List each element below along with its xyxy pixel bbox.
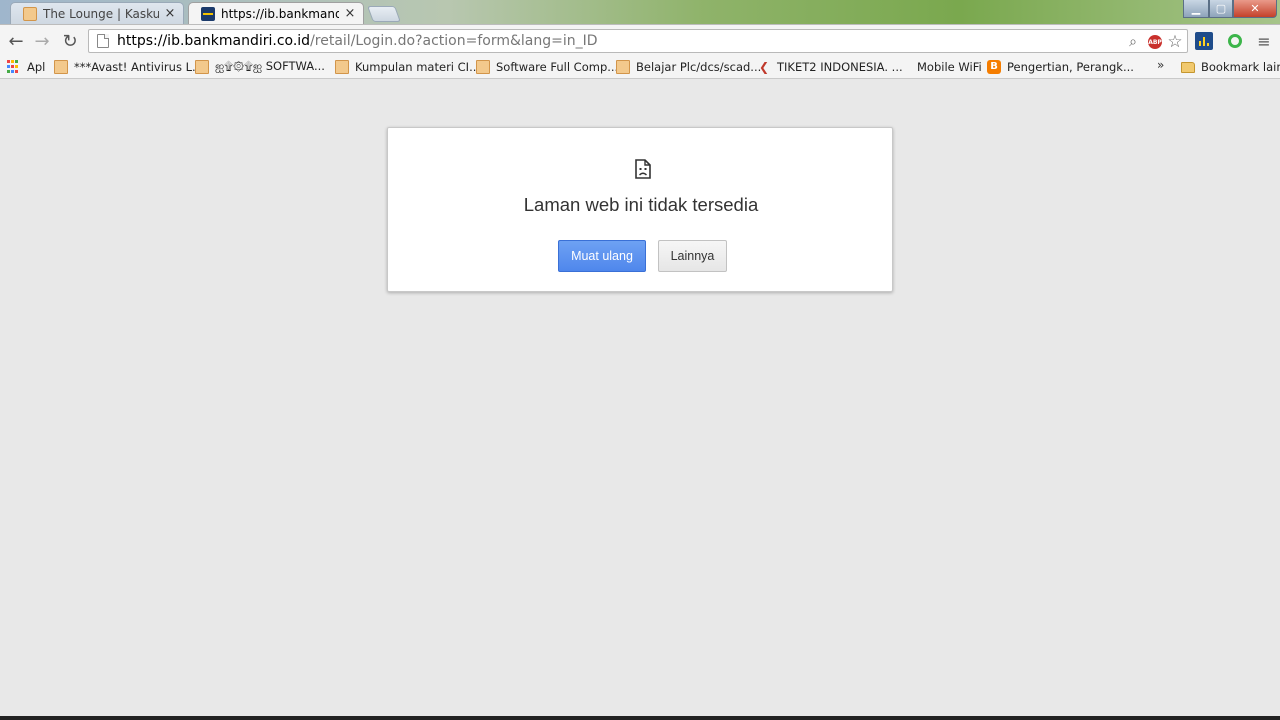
bookmark-software-full[interactable]: Software Full Comp... xyxy=(476,58,618,76)
bookmarks-bar: Apl ***Avast! Antivirus L... ஐ۩۞۩ஐ SOFTW… xyxy=(0,56,1280,79)
bookmark-avast[interactable]: ***Avast! Antivirus L... xyxy=(54,58,203,76)
url-path: /retail/Login.do?action=form&lang=in_ID xyxy=(310,33,598,49)
browser-toolbar: ← → ↻ https://ib.bankmandiri.co.id/retai… xyxy=(0,24,1280,56)
folder-icon xyxy=(1181,61,1195,73)
bookmark-star-icon[interactable]: ☆ xyxy=(1166,32,1184,52)
adblock-label: ABP xyxy=(1148,35,1162,49)
bookmark-mobile-wifi[interactable]: Mobile WiFi xyxy=(917,58,982,76)
bookmark-belajar-plc[interactable]: Belajar Plc/dcs/scad... xyxy=(616,58,761,76)
back-button[interactable]: ← xyxy=(4,29,28,53)
bookmark-other-folder[interactable]: Bookmark lain xyxy=(1181,58,1280,76)
mandiri-favicon-icon xyxy=(201,6,215,21)
tab-close-icon[interactable]: × xyxy=(163,6,177,21)
page-favicon-icon xyxy=(476,60,490,74)
page-content: Laman web ini tidak tersedia Muat ulang … xyxy=(0,80,1280,716)
sad-page-icon xyxy=(635,159,651,179)
bookmark-label: Bookmark lain xyxy=(1201,60,1280,74)
error-title: Laman web ini tidak tersedia xyxy=(523,194,759,215)
bookmark-label: Kumpulan materi CI... xyxy=(355,60,481,74)
bookmark-pengertian[interactable]: B Pengertian, Perangk... xyxy=(987,58,1134,76)
tab-title: The Lounge | Kaskus - The xyxy=(43,6,159,21)
new-tab-button[interactable] xyxy=(367,6,401,22)
reload-button[interactable]: ↻ xyxy=(58,29,82,53)
more-details-button[interactable]: Lainnya xyxy=(658,240,727,272)
taskbar-edge xyxy=(0,716,1280,720)
page-favicon-icon xyxy=(335,60,349,74)
page-favicon-icon xyxy=(54,60,68,74)
more-bookmarks-button[interactable]: » xyxy=(1157,58,1164,72)
green-ring-extension-icon[interactable] xyxy=(1226,32,1244,50)
address-bar[interactable]: https://ib.bankmandiri.co.id/retail/Logi… xyxy=(88,29,1188,53)
bookmark-apps[interactable]: Apl xyxy=(7,58,45,76)
kaskus-favicon-icon xyxy=(23,6,37,21)
bookmark-label: Pengertian, Perangk... xyxy=(1007,60,1134,74)
page-favicon-icon xyxy=(195,60,209,74)
maximize-button[interactable]: ▢ xyxy=(1209,0,1233,18)
tab-title: https://ib.bankmandiri.co xyxy=(221,6,339,21)
bookmark-label: ***Avast! Antivirus L... xyxy=(74,60,203,74)
bookmark-software[interactable]: ஐ۩۞۩ஐ SOFTWA... xyxy=(195,58,325,76)
url-host: https://ib.bankmandiri.co.id xyxy=(117,33,311,49)
bookmark-kumpulan[interactable]: Kumpulan materi CI... xyxy=(335,58,480,76)
tab-kaskus[interactable]: The Lounge | Kaskus - The × xyxy=(10,2,184,24)
adblock-icon[interactable]: ABP xyxy=(1146,33,1164,51)
forward-button[interactable]: → xyxy=(30,29,54,53)
bookmark-label: ஐ۩۞۩ஐ SOFTWA... xyxy=(215,59,325,73)
bookmark-label: Software Full Comp... xyxy=(496,60,619,74)
chrome-menu-icon[interactable]: ≡ xyxy=(1255,32,1273,51)
title-bar: The Lounge | Kaskus - The × https://ib.b… xyxy=(0,0,1280,24)
chart-extension-icon[interactable] xyxy=(1195,32,1213,50)
close-window-button[interactable]: ✕ xyxy=(1233,0,1277,18)
blogger-icon: B xyxy=(987,60,1001,74)
bookmark-label: Belajar Plc/dcs/scad... xyxy=(636,60,762,74)
page-favicon-icon xyxy=(616,60,630,74)
bookmark-tiket2[interactable]: ❮ TIKET2 INDONESIA. ... xyxy=(757,58,903,76)
search-icon[interactable]: ⌕ xyxy=(1124,33,1142,51)
page-icon xyxy=(97,34,109,48)
bookmark-label: Mobile WiFi xyxy=(917,60,982,74)
error-card: Laman web ini tidak tersedia Muat ulang … xyxy=(387,127,893,292)
bookmark-label: Apl xyxy=(27,60,46,74)
tiket-logo-icon: ❮ xyxy=(758,60,770,74)
minimize-button[interactable]: ▁ xyxy=(1183,0,1209,18)
bookmark-label: TIKET2 INDONESIA. ... xyxy=(777,60,903,74)
apps-grid-icon xyxy=(7,60,21,74)
tab-bankmandiri[interactable]: https://ib.bankmandiri.co × xyxy=(188,2,364,24)
reload-page-button[interactable]: Muat ulang xyxy=(558,240,646,272)
tab-close-icon[interactable]: × xyxy=(343,6,357,21)
